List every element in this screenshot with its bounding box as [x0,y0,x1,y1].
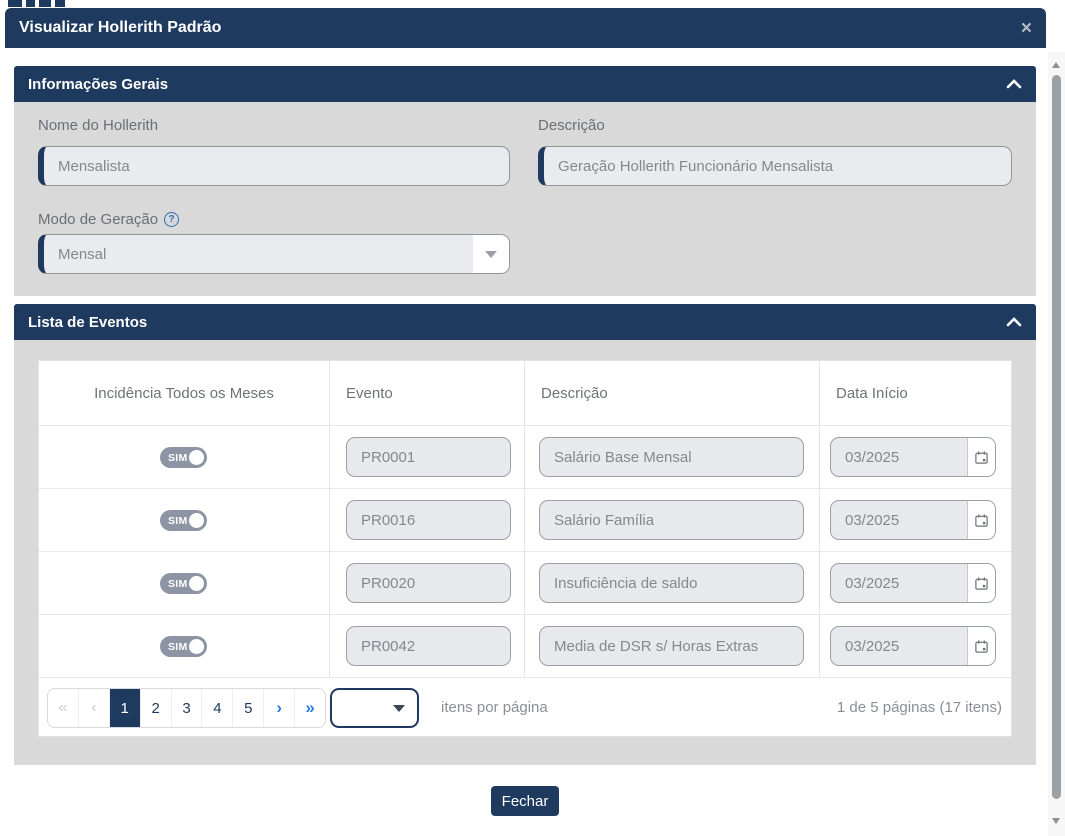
data-inicio-value: 03/2025 [845,512,899,529]
toggle-label: SIM [168,578,188,590]
section-body-informacoes-gerais: Nome do Hollerith Mensalista Descrição G… [14,102,1036,296]
incidencia-toggle[interactable]: SIM [160,510,207,531]
descricao-input[interactable]: Insuficiência de saldo [539,563,804,603]
data-inicio-input[interactable]: 03/2025 [830,563,996,603]
calendar-icon[interactable] [967,501,995,539]
table-row: SIM PR0016 Salário Família 03/2025 [39,488,1011,551]
evento-value: PR0042 [361,638,415,655]
evento-value: PR0020 [361,575,415,592]
chevron-up-icon[interactable] [1006,317,1022,327]
incidencia-toggle[interactable]: SIM [160,447,207,468]
page: Visualizar Hollerith Padrão × Informaçõe… [0,0,1065,836]
descricao-input[interactable]: Salário Base Mensal [539,437,804,477]
descricao-label: Descrição [538,117,605,134]
pagination-bar: « ‹ 1 2 3 4 5 › » itens por página 1 de … [39,677,1011,736]
modo-geracao-label: Modo de Geração ? [38,211,179,228]
table-row: SIM PR0020 Insuficiência de saldo 03/202… [39,551,1011,614]
section-title: Informações Gerais [28,76,168,93]
section-header-lista-de-eventos[interactable]: Lista de Eventos [14,304,1036,340]
calendar-icon[interactable] [967,564,995,602]
select-arrow-area[interactable] [473,235,509,273]
toggle-label: SIM [168,641,188,653]
incidencia-toggle[interactable]: SIM [160,573,207,594]
section-body-lista-de-eventos: Incidência Todos os Meses Evento Descriç… [14,340,1036,765]
pagination-prev-button[interactable]: ‹ [79,689,110,727]
toggle-knob [189,450,204,465]
evento-value: PR0016 [361,512,415,529]
section-header-informacoes-gerais[interactable]: Informações Gerais [14,66,1036,102]
descricao-value: Geração Hollerith Funcionário Mensalista [558,158,833,175]
nome-hollerith-value: Mensalista [58,158,130,175]
table-row: SIM PR0042 Media de DSR s/ Horas Extras … [39,614,1011,677]
scroll-up-icon[interactable] [1052,62,1060,68]
scroll-down-icon[interactable] [1052,818,1060,824]
chevron-down-icon [485,251,497,258]
data-inicio-value: 03/2025 [845,638,899,655]
pagination-summary: 1 de 5 páginas (17 itens) [837,699,1002,716]
modo-geracao-value: Mensal [58,246,106,263]
column-header-descricao: Descrição [541,361,608,425]
evento-input[interactable]: PR0001 [346,437,511,477]
descricao-value: Salário Família [554,512,654,529]
data-inicio-input[interactable]: 03/2025 [830,437,996,477]
column-header-evento: Evento [346,361,393,425]
section-title: Lista de Eventos [28,314,147,331]
calendar-icon[interactable] [967,627,995,665]
pagination-page-4[interactable]: 4 [202,689,233,727]
descricao-value: Salário Base Mensal [554,449,692,466]
data-inicio-input[interactable]: 03/2025 [830,500,996,540]
pagination-last-button[interactable]: » [295,689,325,727]
table-row: SIM PR0001 Salário Base Mensal 03/2025 [39,425,1011,488]
modo-geracao-select[interactable]: Mensal [38,234,510,274]
toggle-knob [189,513,204,528]
page-size-label: itens por página [441,699,548,716]
descricao-value: Insuficiência de saldo [554,575,697,592]
data-inicio-input[interactable]: 03/2025 [830,626,996,666]
scrollbar-thumb[interactable] [1052,75,1061,799]
page-size-select[interactable] [330,688,419,728]
toggle-label: SIM [168,452,188,464]
column-header-incidencia: Incidência Todos os Meses [39,361,329,425]
pagination-page-1[interactable]: 1 [110,689,141,727]
data-inicio-value: 03/2025 [845,575,899,592]
modal-title: Visualizar Hollerith Padrão [19,19,221,37]
column-header-data-inicio: Data Início [836,361,908,425]
toggle-label: SIM [168,515,188,527]
pager: « ‹ 1 2 3 4 5 › » [47,688,326,728]
nome-hollerith-input[interactable]: Mensalista [38,146,510,186]
evento-input[interactable]: PR0016 [346,500,511,540]
modo-geracao-label-text: Modo de Geração [38,211,158,228]
background-page-fragment [8,0,68,7]
data-inicio-value: 03/2025 [845,449,899,466]
nome-hollerith-label: Nome do Hollerith [38,117,158,134]
calendar-icon[interactable] [967,438,995,476]
descricao-input[interactable]: Salário Família [539,500,804,540]
chevron-down-icon [393,705,405,712]
incidencia-toggle[interactable]: SIM [160,636,207,657]
pagination-page-3[interactable]: 3 [172,689,203,727]
help-icon[interactable]: ? [164,212,179,227]
pagination-next-button[interactable]: › [264,689,295,727]
evento-input[interactable]: PR0020 [346,563,511,603]
toggle-knob [189,576,204,591]
fechar-button[interactable]: Fechar [491,786,559,816]
pagination-page-2[interactable]: 2 [141,689,172,727]
toggle-knob [189,639,204,654]
descricao-value: Media de DSR s/ Horas Extras [554,638,758,655]
descricao-input[interactable]: Geração Hollerith Funcionário Mensalista [538,146,1012,186]
close-icon[interactable]: × [1021,19,1032,38]
chevron-up-icon[interactable] [1006,79,1022,89]
pagination-first-button[interactable]: « [48,689,79,727]
evento-input[interactable]: PR0042 [346,626,511,666]
pagination-page-5[interactable]: 5 [233,689,264,727]
evento-value: PR0001 [361,449,415,466]
modal-header: Visualizar Hollerith Padrão × [5,8,1046,48]
vertical-scrollbar[interactable] [1048,52,1065,836]
descricao-input[interactable]: Media de DSR s/ Horas Extras [539,626,804,666]
events-table: Incidência Todos os Meses Evento Descriç… [38,360,1012,737]
